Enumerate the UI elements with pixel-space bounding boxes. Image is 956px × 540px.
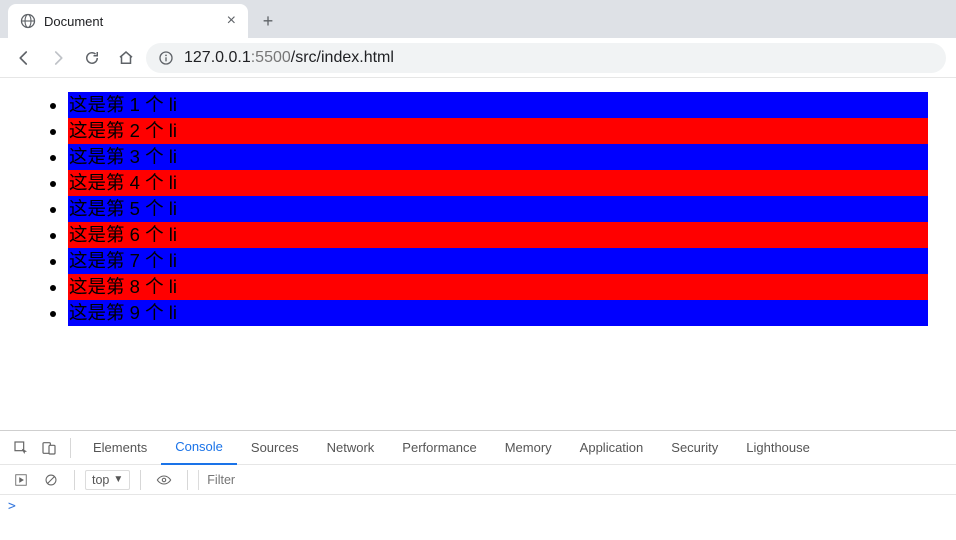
browser-tab[interactable]: Document × (8, 4, 248, 38)
list-item: 这是第 6 个 li (68, 222, 928, 248)
list-item: 这是第 7 个 li (68, 248, 928, 274)
prompt-caret-icon: > (8, 499, 16, 514)
home-button[interactable] (112, 44, 140, 72)
device-toolbar-icon[interactable] (36, 435, 62, 461)
clear-console-icon[interactable] (38, 467, 64, 493)
toolbar: 127.0.0.1:5500/src/index.html (0, 38, 956, 78)
close-tab-icon[interactable]: × (227, 13, 236, 29)
globe-icon (20, 13, 36, 29)
list-item: 这是第 5 个 li (68, 196, 928, 222)
devtools-tab-memory[interactable]: Memory (491, 431, 566, 465)
context-selector[interactable]: top ▼ (85, 470, 130, 490)
inspect-element-icon[interactable] (8, 435, 34, 461)
list-item: 这是第 1 个 li (68, 92, 928, 118)
address-bar[interactable]: 127.0.0.1:5500/src/index.html (146, 43, 946, 73)
demo-list: 这是第 1 个 li这是第 2 个 li这是第 3 个 li这是第 4 个 li… (28, 92, 928, 326)
run-icon[interactable] (8, 467, 34, 493)
devtools-tab-security[interactable]: Security (657, 431, 732, 465)
chevron-down-icon: ▼ (113, 474, 123, 485)
list-item: 这是第 9 个 li (68, 300, 928, 326)
devtools-tabbar: ElementsConsoleSourcesNetworkPerformance… (0, 431, 956, 465)
console-filter-input[interactable] (198, 470, 948, 490)
eye-icon[interactable] (151, 467, 177, 493)
page-content: 这是第 1 个 li这是第 2 个 li这是第 3 个 li这是第 4 个 li… (0, 78, 956, 326)
devtools-tab-lighthouse[interactable]: Lighthouse (732, 431, 824, 465)
back-button[interactable] (10, 44, 38, 72)
devtools-tab-sources[interactable]: Sources (237, 431, 313, 465)
list-item: 这是第 2 个 li (68, 118, 928, 144)
devtools-tab-elements[interactable]: Elements (79, 431, 161, 465)
devtools-tab-application[interactable]: Application (566, 431, 658, 465)
tab-strip: Document × + (0, 0, 956, 38)
url-text: 127.0.0.1:5500/src/index.html (184, 49, 394, 67)
list-item: 这是第 3 个 li (68, 144, 928, 170)
devtools-tab-performance[interactable]: Performance (388, 431, 490, 465)
list-item: 这是第 4 个 li (68, 170, 928, 196)
tab-title: Document (44, 14, 103, 29)
forward-button[interactable] (44, 44, 72, 72)
list-item: 这是第 8 个 li (68, 274, 928, 300)
console-toolbar: top ▼ (0, 465, 956, 495)
console-output[interactable]: > (0, 495, 956, 540)
devtools-panel: ElementsConsoleSourcesNetworkPerformance… (0, 430, 956, 540)
new-tab-button[interactable]: + (254, 7, 282, 35)
site-info-icon[interactable] (158, 50, 174, 66)
reload-button[interactable] (78, 44, 106, 72)
devtools-tab-console[interactable]: Console (161, 431, 237, 465)
devtools-tab-network[interactable]: Network (313, 431, 389, 465)
